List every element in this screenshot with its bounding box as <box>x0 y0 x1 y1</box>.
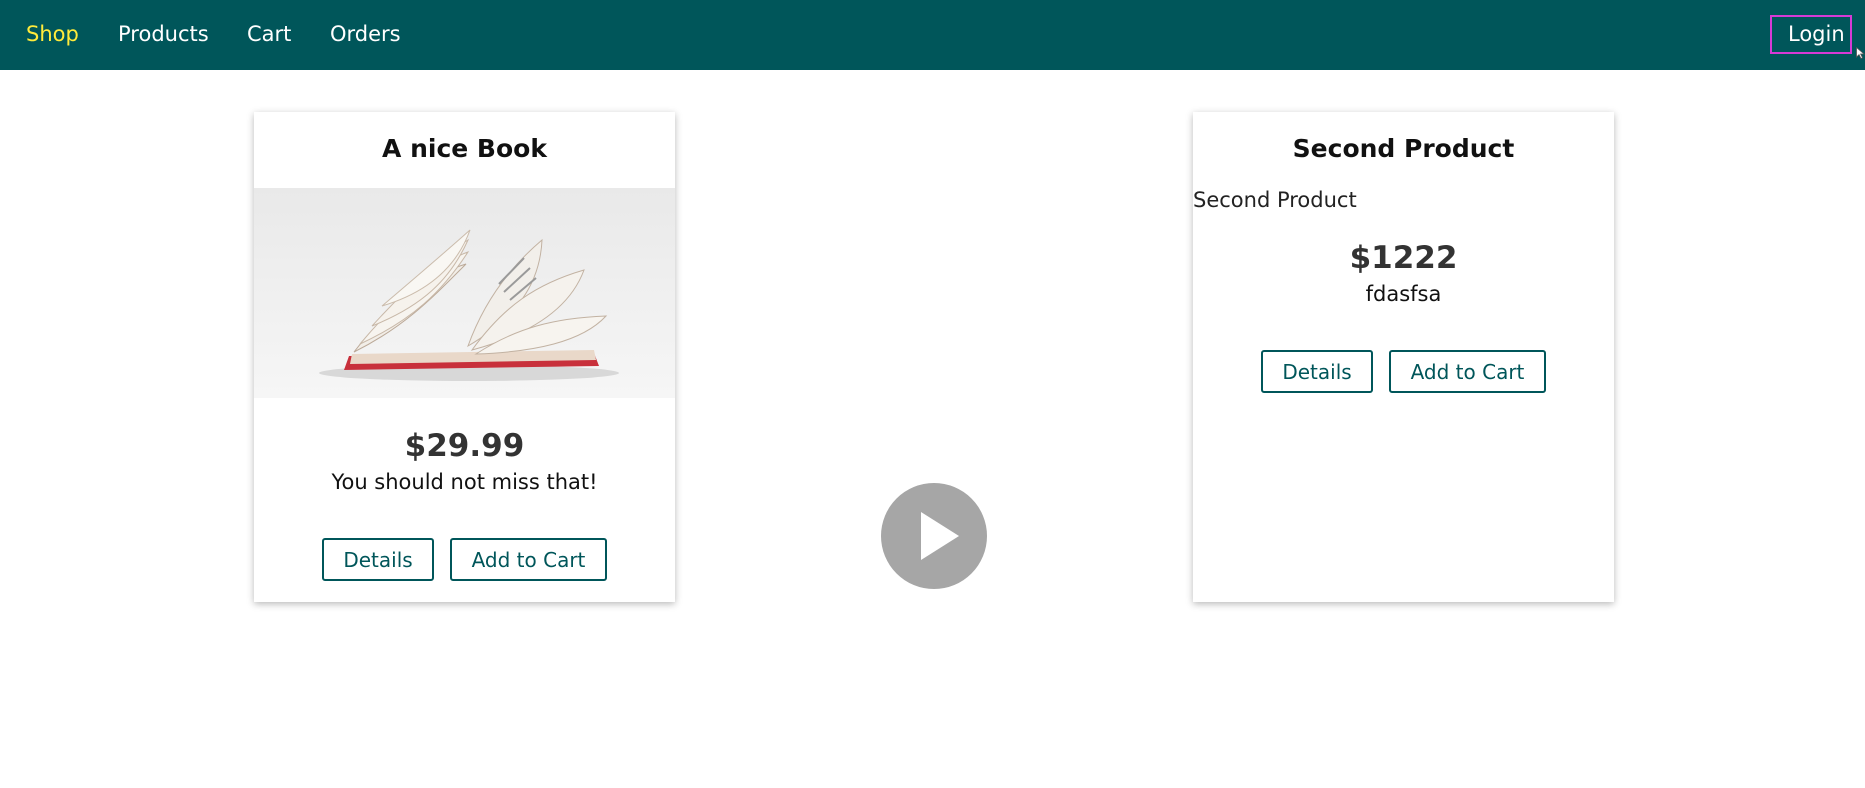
product-description: You should not miss that! <box>331 470 598 494</box>
login-link[interactable]: Login <box>1770 15 1852 54</box>
play-icon <box>921 512 959 560</box>
product-image <box>254 188 675 398</box>
broken-image-icon: Second Product <box>1193 188 1357 212</box>
nav-cart-link[interactable]: Cart <box>247 20 291 48</box>
product-description: fdasfsa <box>1365 282 1442 306</box>
product-title: A nice Book <box>382 134 547 163</box>
nav-orders-link[interactable]: Orders <box>330 20 401 48</box>
login-label: Login <box>1788 22 1845 46</box>
product-image-alt: Second Product <box>1193 188 1357 212</box>
main-header: Shop Products Cart Orders Login <box>0 0 1865 70</box>
nav-products-link[interactable]: Products <box>118 20 209 48</box>
nav-shop-link[interactable]: Shop <box>26 20 79 48</box>
cursor-icon <box>1856 47 1865 59</box>
add-to-cart-button[interactable]: Add to Cart <box>450 538 607 581</box>
product-card: Second Product Second Product $1222 fdas… <box>1193 112 1614 602</box>
book-image <box>319 229 619 381</box>
add-to-cart-button[interactable]: Add to Cart <box>1389 350 1546 393</box>
details-button[interactable]: Details <box>1261 350 1373 393</box>
details-button[interactable]: Details <box>322 538 434 581</box>
product-title: Second Product <box>1292 134 1515 163</box>
product-price: $1222 <box>1349 240 1458 276</box>
video-play-button[interactable] <box>881 483 987 589</box>
product-price: $29.99 <box>404 428 525 464</box>
product-card: A nice Book $29.99 You should not miss t… <box>254 112 675 602</box>
